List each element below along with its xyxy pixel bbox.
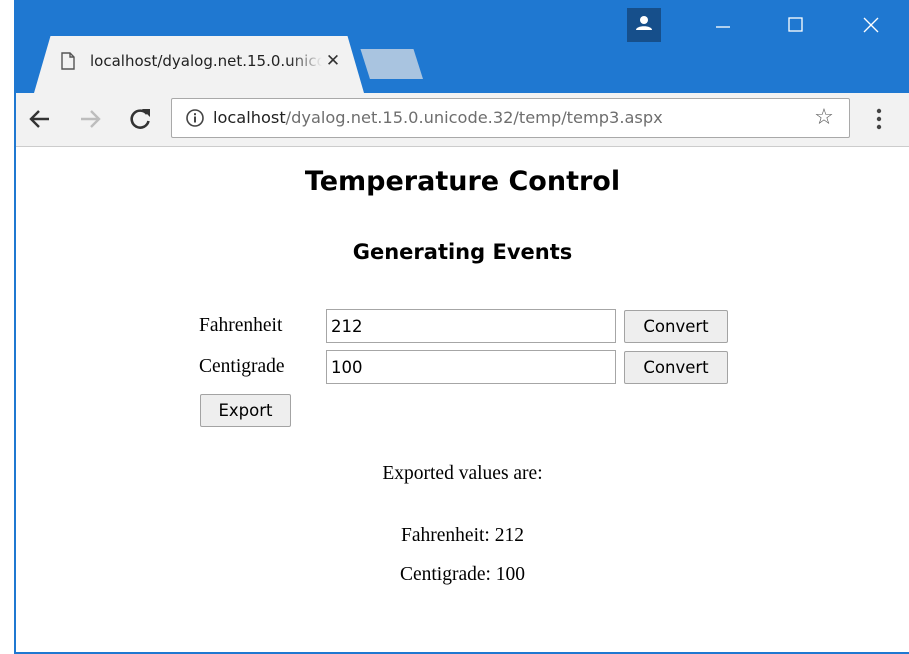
convert-fahrenheit-button[interactable]: Convert [624, 310, 728, 343]
exported-fahrenheit-label: Fahrenheit: [401, 525, 490, 546]
fahrenheit-input[interactable] [326, 309, 616, 343]
centigrade-label: Centigrade [199, 356, 285, 377]
minimize-icon[interactable] [701, 10, 745, 40]
page-icon [61, 52, 75, 70]
exported-centigrade-label: Centigrade: [399, 564, 491, 585]
page-subtitle: Generating Events [352, 240, 573, 264]
convert-centigrade-button[interactable]: Convert [624, 351, 728, 384]
forward-arrow-icon[interactable] [74, 103, 106, 135]
fahrenheit-label: Fahrenheit [199, 315, 283, 336]
page-title: Temperature Control [304, 166, 621, 197]
profile-icon[interactable] [627, 8, 661, 42]
reload-icon[interactable] [124, 103, 156, 135]
centigrade-input[interactable] [326, 350, 616, 384]
exported-values-heading: Exported values are: [382, 463, 543, 484]
exported-fahrenheit-value: 212 [494, 525, 524, 546]
exported-centigrade: Centigrade: 100 [16, 562, 909, 588]
info-icon[interactable] [185, 108, 205, 128]
close-icon[interactable]: ✕ [323, 51, 343, 71]
export-button[interactable]: Export [200, 394, 291, 427]
exported-fahrenheit: Fahrenheit: 212 [16, 523, 909, 549]
menu-icon[interactable] [866, 104, 892, 134]
star-icon[interactable]: ☆ [812, 106, 836, 130]
url-text[interactable]: localhost/dyalog.net.15.0.unicode.32/tem… [213, 106, 793, 130]
close-window-icon[interactable] [849, 10, 893, 40]
tab-title: localhost/dyalog.net.15.0.unicode.32/tem… [90, 52, 322, 70]
exported-centigrade-value: 100 [495, 564, 526, 585]
back-arrow-icon[interactable] [24, 103, 56, 135]
url-host: localhost [213, 108, 286, 127]
url-path: /dyalog.net.15.0.unicode.32/temp/temp3.a… [285, 108, 663, 127]
maximize-icon[interactable] [773, 10, 817, 40]
page-content: Temperature Control Generating Events Fa… [16, 148, 909, 652]
